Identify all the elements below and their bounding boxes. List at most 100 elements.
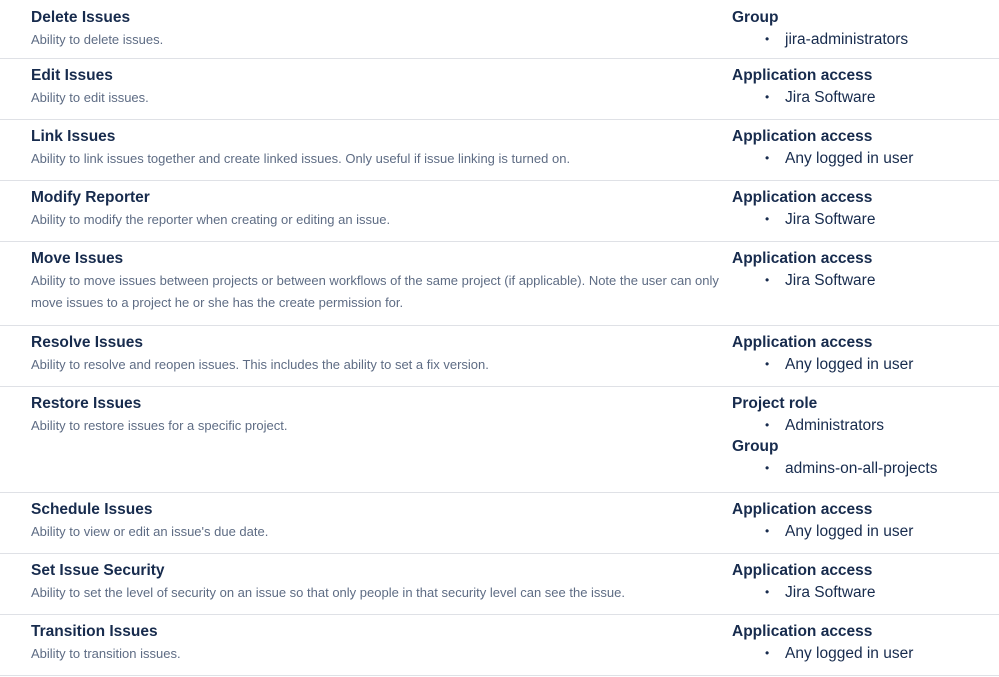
permission-description: Ability to restore issues for a specific…	[31, 418, 288, 433]
grant-item: • Any logged in user	[732, 147, 999, 170]
grant-type: Application access	[732, 501, 873, 518]
bullet-icon: •	[765, 646, 770, 660]
permission-name: Resolve Issues	[31, 334, 144, 351]
permission-grants: Application access • Jira Software	[732, 554, 999, 614]
grant-list: • jira-administrators	[732, 28, 999, 51]
bullet-icon: •	[765, 418, 770, 432]
permission-grants: Application access • Jira Software	[732, 181, 999, 241]
bullet-icon: •	[765, 32, 770, 46]
permission-row-modify-reporter: Modify Reporter Ability to modify the re…	[0, 181, 999, 242]
permission-grants: Application access • Jira Software	[732, 242, 999, 325]
permission-row-set-issue-security: Set Issue Security Ability to set the le…	[0, 554, 999, 615]
permission-info: Delete Issues Ability to delete issues.	[0, 0, 732, 58]
grant-list: • Jira Software	[732, 269, 999, 292]
grant-list: • Jira Software	[732, 208, 999, 231]
grant-list: • Any logged in user	[732, 353, 999, 376]
permission-row-move-issues: Move Issues Ability to move issues betwe…	[0, 242, 999, 326]
grant-type: Application access	[732, 334, 873, 351]
grant-type: Application access	[732, 128, 873, 145]
permission-row-transition-issues: Transition Issues Ability to transition …	[0, 615, 999, 676]
bullet-icon: •	[765, 151, 770, 165]
permission-grants: Project role • Administrators Group • admi…	[732, 387, 999, 492]
grant-item: • Any logged in user	[732, 520, 999, 543]
grant-item-label: Jira Software	[785, 584, 876, 601]
permission-grants: Application access • Any logged in user	[732, 493, 999, 553]
permission-row-schedule-issues: Schedule Issues Ability to view or edit …	[0, 493, 999, 554]
grant-item-label: Any logged in user	[785, 150, 914, 167]
grant-type: Application access	[732, 189, 873, 206]
permission-name: Restore Issues	[31, 395, 142, 412]
grant-list: • Administrators	[732, 414, 999, 437]
permission-name: Link Issues	[31, 128, 116, 145]
grant-item: • Any logged in user	[732, 642, 999, 665]
permission-info: Restore Issues Ability to restore issues…	[0, 387, 732, 492]
bullet-icon: •	[765, 585, 770, 599]
grant-item-label: Any logged in user	[785, 523, 914, 540]
grant-item: • admins-on-all-projects	[732, 457, 999, 480]
grant-list: • Jira Software	[732, 581, 999, 604]
grant-item-label: Administrators	[785, 417, 885, 434]
grant-item: • Jira Software	[732, 86, 999, 109]
grant-list: • Any logged in user	[732, 147, 999, 170]
permission-info: Schedule Issues Ability to view or edit …	[0, 493, 732, 553]
permission-name: Transition Issues	[31, 623, 158, 640]
permission-info: Modify Reporter Ability to modify the re…	[0, 181, 732, 241]
grant-item: • Jira Software	[732, 581, 999, 604]
permission-description: Ability to link issues together and crea…	[31, 151, 571, 166]
permission-info: Edit Issues Ability to edit issues.	[0, 59, 732, 119]
bullet-icon: •	[765, 524, 770, 538]
permission-info: Move Issues Ability to move issues betwe…	[0, 242, 732, 325]
grant-list: • Any logged in user	[732, 520, 999, 543]
bullet-icon: •	[765, 273, 770, 287]
permission-row-delete-issues: Delete Issues Ability to delete issues. …	[0, 0, 999, 59]
permission-grants: Application access • Any logged in user	[732, 120, 999, 180]
grant-type: Application access	[732, 623, 873, 640]
grant-item: • Jira Software	[732, 208, 999, 231]
permission-info: Set Issue Security Ability to set the le…	[0, 554, 732, 614]
permission-row-resolve-issues: Resolve Issues Ability to resolve and re…	[0, 326, 999, 387]
permissions-table: Delete Issues Ability to delete issues. …	[0, 0, 999, 676]
permission-grants: Application access • Any logged in user	[732, 615, 999, 675]
permission-description: Ability to set the level of security on …	[31, 585, 625, 600]
grant-item: • Jira Software	[732, 269, 999, 292]
permission-grants: Application access • Any logged in user	[732, 326, 999, 386]
grant-item-label: admins-on-all-projects	[785, 460, 938, 477]
bullet-icon: •	[765, 461, 770, 475]
permission-name: Move Issues	[31, 250, 124, 267]
permission-description: Ability to modify the reporter when crea…	[31, 212, 391, 227]
bullet-icon: •	[765, 90, 770, 104]
permission-description: Ability to move issues between projects …	[31, 273, 719, 310]
grant-item-label: Any logged in user	[785, 356, 914, 373]
grant-item: • Any logged in user	[732, 353, 999, 376]
permission-grants: Application access • Jira Software	[732, 59, 999, 119]
permission-info: Resolve Issues Ability to resolve and re…	[0, 326, 732, 386]
grant-type: Group	[732, 9, 779, 26]
permission-info: Transition Issues Ability to transition …	[0, 615, 732, 675]
permission-row-link-issues: Link Issues Ability to link issues toget…	[0, 120, 999, 181]
permission-info: Link Issues Ability to link issues toget…	[0, 120, 732, 180]
grant-type: Application access	[732, 562, 873, 579]
permission-name: Schedule Issues	[31, 501, 153, 518]
grant-list: • Any logged in user	[732, 642, 999, 665]
grant-type: Group	[732, 438, 779, 455]
permission-name: Edit Issues	[31, 67, 113, 84]
grant-item-label: Any logged in user	[785, 645, 914, 662]
grant-item-label: Jira Software	[785, 272, 876, 289]
permission-row-restore-issues: Restore Issues Ability to restore issues…	[0, 387, 999, 493]
permission-description: Ability to transition issues.	[31, 646, 181, 661]
permission-description: Ability to view or edit an issue's due d…	[31, 524, 269, 539]
bullet-icon: •	[765, 212, 770, 226]
grant-item-label: jira-administrators	[785, 31, 909, 48]
grant-list: • admins-on-all-projects	[732, 457, 999, 480]
bullet-icon: •	[765, 357, 770, 371]
grant-item-label: Jira Software	[785, 211, 876, 228]
permission-name: Modify Reporter	[31, 189, 150, 206]
grant-item: • jira-administrators	[732, 28, 999, 51]
permission-description: Ability to resolve and reopen issues. Th…	[31, 357, 489, 372]
grant-type: Application access	[732, 250, 873, 267]
permission-grants: Group • jira-administrators	[732, 0, 999, 58]
grant-item: • Administrators	[732, 414, 999, 437]
permission-row-edit-issues: Edit Issues Ability to edit issues. Appl…	[0, 59, 999, 120]
grant-type: Application access	[732, 67, 873, 84]
grant-item-label: Jira Software	[785, 89, 876, 106]
